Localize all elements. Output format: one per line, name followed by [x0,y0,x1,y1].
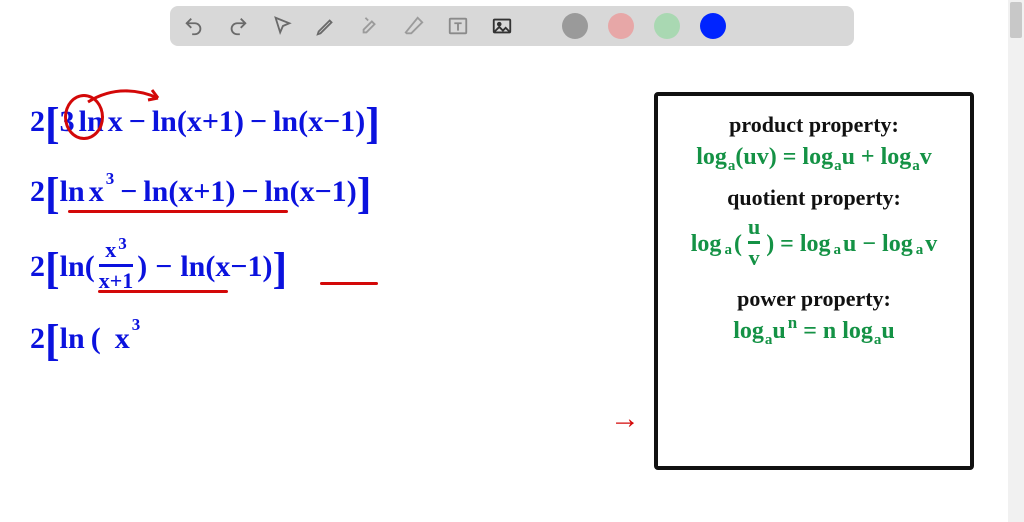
product-eq: loga(uv) = logau + logav [672,144,956,171]
color-blue-swatch[interactable] [700,13,726,39]
rp: ) [347,177,357,207]
redo-icon[interactable] [226,14,250,38]
xm1: x−1 [215,252,262,282]
rp: ) [262,252,272,282]
color-green-swatch[interactable] [654,13,680,39]
rbracket: ] [365,102,380,146]
cube: 3 [118,234,127,253]
scrollbar-thumb[interactable] [1010,2,1022,38]
ln: ln [265,177,290,207]
two: 2 [30,324,45,354]
ln: ln [180,252,205,282]
ln: ln [60,177,85,207]
ln: ln [273,107,298,137]
xp1: x+1 [187,107,234,137]
math-line-4: 2 [ ln ( x 3 [30,317,590,361]
minus: − [250,107,267,137]
underline-annotation [98,290,228,293]
lbracket: [ [45,102,60,146]
pointer-icon[interactable] [270,14,294,38]
quotient-title: quotient property: [672,185,956,211]
underline-annotation [68,210,288,213]
lp: ( [290,177,300,207]
xp1: x+1 [178,177,225,207]
rbracket: ] [272,247,287,291]
vertical-scrollbar[interactable] [1008,0,1024,522]
rp: ) [225,177,235,207]
xm1: x−1 [308,107,355,137]
color-gray-swatch[interactable] [562,13,588,39]
product-title: product property: [672,112,956,138]
ln: ln [60,252,85,282]
rp: ) [234,107,244,137]
arrow-to-box: → [610,402,640,436]
lbracket: [ [45,247,60,291]
rp: ) [355,107,365,137]
ln: ln [60,324,85,354]
math-line-3: 2 [ ln ( x3 x+1 ) − ln ( x−1 ) ] [30,240,590,295]
lbracket: [ [45,172,60,216]
lp: ( [205,252,215,282]
properties-box: product property: loga(uv) = logau + log… [654,92,974,470]
pencil-icon[interactable] [314,14,338,38]
lp: ( [91,324,101,354]
frac-num: x [105,237,116,262]
math-line-1: 2 [ 3 ln x − ln ( x+1 ) − ln ( x−1 ) ] [30,100,590,144]
minus: − [241,177,258,207]
tools-icon[interactable] [358,14,382,38]
quotient-eq: loga( uv ) = logau − logav [672,217,956,272]
two: 2 [30,177,45,207]
minus: − [120,177,137,207]
textbox-icon[interactable] [446,14,470,38]
power-eq: logaun = n logau [672,318,956,345]
x: x [115,324,130,354]
power-arrow-annotation [80,84,170,114]
worked-math: 2 [ 3 ln x − ln ( x+1 ) − ln ( x−1 ) ] 2… [30,100,590,387]
two: 2 [30,252,45,282]
lp: ( [85,252,95,282]
rp: ) [137,252,147,282]
rbracket: ] [357,172,372,216]
lbracket: [ [45,319,60,363]
image-icon[interactable] [490,14,514,38]
undo-icon[interactable] [182,14,206,38]
lp: ( [177,107,187,137]
underline-annotation [320,282,378,285]
lp: ( [298,107,308,137]
minus: − [155,252,172,282]
xm1: x−1 [300,177,347,207]
ln: ln [143,177,168,207]
fraction: x3 x+1 [99,238,134,293]
cube: 3 [132,316,141,333]
two: 2 [30,107,45,137]
lp: ( [168,177,178,207]
power-title: power property: [672,286,956,312]
cube: 3 [106,170,115,187]
x: x [89,177,104,207]
color-pink-swatch[interactable] [608,13,634,39]
math-line-2: 2 [ ln x 3 − ln ( x+1 ) − ln ( x−1 ) ] [30,170,590,214]
eraser-icon[interactable] [402,14,426,38]
drawing-toolbar [170,6,854,46]
